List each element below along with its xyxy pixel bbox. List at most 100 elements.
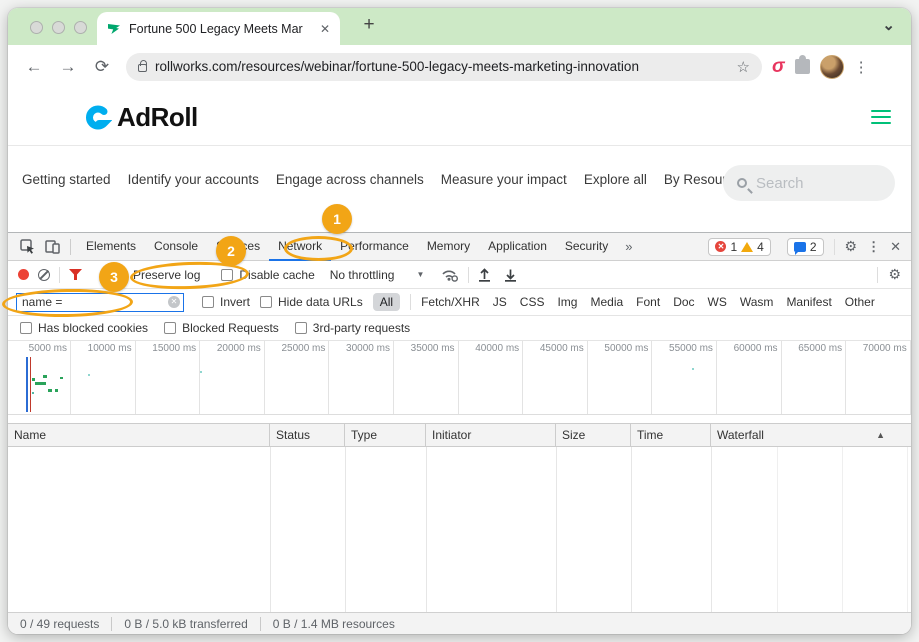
preserve-log-checkbox[interactable]: Preserve log — [115, 268, 200, 282]
clear-network-log-icon[interactable] — [38, 269, 50, 281]
hamburger-menu-icon[interactable] — [871, 106, 891, 128]
type-filter-js[interactable]: JS — [493, 295, 507, 309]
type-filter-group: Fetch/XHR JS CSS Img Media Font Doc WS W… — [421, 295, 875, 309]
screenshot-stage: Fortune 500 Legacy Meets Mar ✕ + ⌄ ← → ⟳… — [0, 0, 919, 642]
filter-funnel-icon[interactable] — [69, 269, 82, 281]
hide-data-urls-checkbox[interactable]: Hide data URLs — [260, 295, 363, 309]
devtools-tab-performance[interactable]: Performance — [331, 233, 418, 260]
requests-summary: 0 / 49 requests — [20, 617, 99, 631]
devtools-tab-security[interactable]: Security — [556, 233, 617, 260]
disable-cache-checkbox[interactable]: Disable cache — [221, 268, 314, 282]
record-network-log-button[interactable] — [18, 269, 29, 280]
device-toolbar-icon[interactable] — [43, 238, 61, 256]
type-filter-doc[interactable]: Doc — [673, 295, 694, 309]
has-blocked-cookies-checkbox[interactable]: Has blocked cookies — [20, 321, 148, 335]
nav-measure-impact[interactable]: Measure your impact — [441, 164, 567, 187]
import-har-icon[interactable] — [478, 268, 491, 282]
type-filter-font[interactable]: Font — [636, 295, 660, 309]
address-bar[interactable]: rollworks.com/resources/webinar/fortune-… — [126, 53, 762, 81]
timeline-tick: 25000 ms — [281, 343, 325, 354]
type-filter-media[interactable]: Media — [590, 295, 623, 309]
timeline-tick: 5000 ms — [29, 343, 67, 354]
close-tab-icon[interactable]: ✕ — [320, 22, 330, 36]
network-conditions-icon[interactable] — [441, 268, 459, 282]
nav-identify-accounts[interactable]: Identify your accounts — [128, 164, 259, 187]
type-filter-fetch-xhr[interactable]: Fetch/XHR — [421, 295, 480, 309]
back-button[interactable]: ← — [22, 57, 46, 77]
type-filter-all[interactable]: All — [373, 293, 400, 311]
export-har-icon[interactable] — [504, 268, 517, 282]
requests-table-body[interactable] — [8, 447, 911, 612]
checkbox-unchecked-icon[interactable] — [164, 322, 176, 334]
site-search-input[interactable] — [756, 175, 866, 192]
type-filter-manifest[interactable]: Manifest — [786, 295, 831, 309]
devtools-tab-strip: Elements Console Sources Network Perform… — [8, 233, 911, 261]
extension-icon[interactable]: σ — [772, 56, 785, 78]
devtools-menu-icon[interactable]: ⋮ — [867, 239, 880, 255]
site-search[interactable] — [723, 165, 895, 201]
checkbox-unchecked-icon[interactable] — [221, 269, 233, 281]
col-header-size[interactable]: Size — [556, 424, 631, 446]
invert-label: Invert — [220, 295, 250, 309]
extensions-puzzle-icon[interactable] — [795, 59, 810, 74]
col-header-time[interactable]: Time — [631, 424, 711, 446]
url-text[interactable]: rollworks.com/resources/webinar/fortune-… — [155, 59, 729, 74]
checkbox-unchecked-icon[interactable] — [20, 322, 32, 334]
type-filter-wasm[interactable]: Wasm — [740, 295, 774, 309]
col-header-type[interactable]: Type — [345, 424, 426, 446]
profile-avatar[interactable] — [820, 55, 844, 79]
devtools-tab-memory[interactable]: Memory — [418, 233, 479, 260]
network-settings-gear-icon[interactable]: ⚙ — [888, 266, 901, 283]
blocked-requests-checkbox[interactable]: Blocked Requests — [164, 321, 279, 335]
browser-tab[interactable]: Fortune 500 Legacy Meets Mar ✕ — [97, 12, 340, 45]
zoom-window-icon[interactable] — [74, 21, 87, 34]
search-icon — [737, 178, 747, 188]
nav-engage-channels[interactable]: Engage across channels — [276, 164, 424, 187]
col-header-initiator[interactable]: Initiator — [426, 424, 556, 446]
console-issues-badge[interactable]: ✕ 1 4 — [708, 238, 770, 256]
checkbox-unchecked-icon[interactable] — [260, 296, 272, 308]
forward-button[interactable]: → — [56, 57, 80, 77]
col-header-waterfall[interactable]: Waterfall ▲ — [711, 424, 911, 446]
devtools-settings-gear-icon[interactable]: ⚙ — [845, 238, 858, 255]
nav-explore-all[interactable]: Explore all — [584, 164, 647, 187]
checkbox-unchecked-icon[interactable] — [202, 296, 214, 308]
devtools-close-icon[interactable]: ✕ — [890, 239, 901, 255]
throttling-select[interactable]: No throttling ▼ — [330, 268, 425, 282]
checkbox-unchecked-icon[interactable] — [295, 322, 307, 334]
devtools-tab-network[interactable]: Network — [269, 233, 331, 261]
devtools-tab-application[interactable]: Application — [479, 233, 556, 260]
col-header-status[interactable]: Status — [270, 424, 345, 446]
clear-filter-icon[interactable]: ✕ — [168, 296, 180, 308]
type-filter-ws[interactable]: WS — [708, 295, 727, 309]
new-tab-button[interactable]: + — [356, 14, 382, 36]
third-party-requests-checkbox[interactable]: 3rd-party requests — [295, 321, 410, 335]
browser-menu-icon[interactable]: ⋮ — [854, 58, 869, 76]
reload-button[interactable]: ⟳ — [90, 57, 114, 77]
invert-checkbox[interactable]: Invert — [202, 295, 250, 309]
messages-badge[interactable]: 2 — [787, 238, 824, 256]
divider — [834, 239, 835, 255]
devtools-tab-elements[interactable]: Elements — [77, 233, 145, 260]
inspect-element-icon[interactable] — [18, 238, 36, 256]
adroll-logo[interactable]: AdRoll — [85, 102, 198, 133]
col-header-name[interactable]: Name — [8, 424, 270, 446]
tab-title: Fortune 500 Legacy Meets Mar — [129, 22, 312, 36]
type-filter-other[interactable]: Other — [845, 295, 875, 309]
network-overview-timeline[interactable]: 5000 ms 10000 ms 15000 ms 20000 ms 25000… — [8, 341, 911, 415]
traffic-lights[interactable] — [30, 21, 87, 34]
timeline-tick: 55000 ms — [669, 343, 713, 354]
type-filter-css[interactable]: CSS — [520, 295, 545, 309]
close-window-icon[interactable] — [30, 21, 43, 34]
devtools-tab-console[interactable]: Console — [145, 233, 207, 260]
nav-getting-started[interactable]: Getting started — [22, 164, 111, 187]
more-tabs-button[interactable]: » — [617, 239, 640, 254]
devtools-tab-sources[interactable]: Sources — [207, 233, 269, 260]
minimize-window-icon[interactable] — [52, 21, 65, 34]
type-filter-img[interactable]: Img — [557, 295, 577, 309]
bookmark-star-icon[interactable]: ☆ — [737, 58, 750, 76]
checkbox-checked-icon[interactable] — [115, 269, 127, 281]
tabs-menu-chevron-icon[interactable]: ⌄ — [882, 16, 895, 34]
sort-ascending-icon[interactable]: ▲ — [876, 424, 885, 446]
network-filter-input[interactable] — [16, 293, 184, 312]
